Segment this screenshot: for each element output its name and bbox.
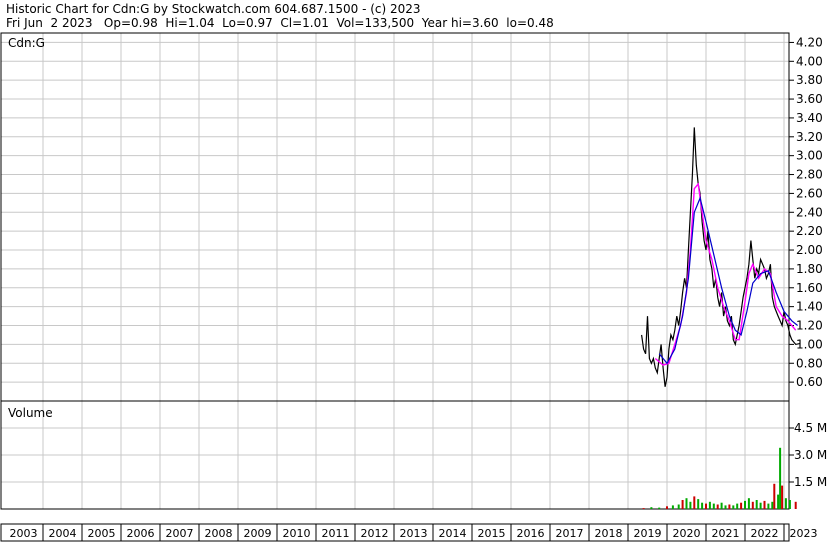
- price-tick-label: 1.80: [796, 262, 823, 276]
- price-tick-label: 3.20: [796, 130, 823, 144]
- volume-bar: [744, 500, 746, 509]
- volume-bar: [708, 501, 711, 509]
- x-tick-label: 2008: [205, 527, 233, 540]
- price-panel-title: Cdn:G: [8, 36, 45, 50]
- x-tick-label: 2018: [595, 527, 623, 540]
- volume-bar: [777, 494, 780, 509]
- volume-bar: [763, 500, 766, 509]
- price-tick-label: 2.40: [796, 205, 823, 219]
- price-panel-frame: [0, 32, 790, 402]
- volume-bar: [689, 501, 692, 509]
- volume-bar: [759, 502, 762, 509]
- x-tick-label: 2021: [712, 527, 740, 540]
- x-tick-label: 2012: [361, 527, 389, 540]
- volume-bar: [771, 501, 774, 509]
- volume-bar: [650, 507, 653, 509]
- volume-bar: [666, 506, 668, 509]
- moving-average-long-line: [658, 196, 798, 365]
- x-tick-label: 2006: [127, 527, 155, 540]
- x-tick-label: 2014: [439, 527, 467, 540]
- x-tick-label: 2007: [166, 527, 194, 540]
- volume-bar: [747, 498, 750, 509]
- x-tick-label: 2013: [400, 527, 428, 540]
- volume-bar: [728, 504, 731, 509]
- price-tick-label: 4.20: [796, 35, 823, 49]
- volume-bar: [784, 498, 787, 509]
- price-tick-label: 3.80: [796, 73, 823, 87]
- x-tick-label: 2020: [673, 527, 701, 540]
- volume-bar: [712, 503, 715, 509]
- x-tick-label: 2011: [322, 527, 350, 540]
- volume-bar: [732, 505, 735, 509]
- volume-bar: [693, 496, 696, 509]
- stock-chart: Cdn:G Volume 4.20 4.00 3.80 3.60 3.40 3.20 3.0…: [0, 32, 827, 542]
- price-line: [641, 127, 801, 387]
- x-axis-frame: [0, 523, 790, 542]
- volume-bar: [685, 498, 688, 509]
- volume-bar: [681, 500, 684, 509]
- volume-bar: [658, 507, 661, 509]
- price-tick-label: 3.60: [796, 92, 823, 106]
- price-tick-label: 2.20: [796, 224, 823, 238]
- x-tick-label: 2005: [88, 527, 116, 540]
- price-tick-label: 0.80: [796, 356, 823, 370]
- x-tick-label: 2004: [49, 527, 77, 540]
- volume-bar: [751, 501, 754, 509]
- x-tick-label: 2017: [556, 527, 584, 540]
- moving-average-short-line: [654, 182, 797, 366]
- price-tick-label: 3.00: [796, 149, 823, 163]
- volume-bar: [781, 485, 784, 509]
- x-tick-label: 2015: [478, 527, 506, 540]
- price-tick-label: 1.00: [796, 337, 823, 351]
- volume-bar: [755, 500, 758, 509]
- volume-bar: [677, 504, 680, 509]
- x-tick-label: 2023: [790, 527, 818, 540]
- volume-bar: [697, 499, 700, 509]
- price-tick-label: 0.60: [796, 375, 823, 389]
- volume-tick-label: 4.5 M: [794, 421, 827, 435]
- volume-bar: [794, 501, 797, 509]
- volume-bar: [701, 502, 704, 509]
- price-tick-label: 3.40: [796, 111, 823, 125]
- volume-bar: [773, 483, 776, 509]
- volume-tick-label: 1.5 M: [794, 475, 827, 489]
- price-tick-label: 2.80: [796, 168, 823, 182]
- volume-bar: [736, 503, 739, 509]
- volume-bar: [767, 503, 770, 509]
- volume-bar: [720, 502, 723, 509]
- x-tick-label: 2003: [10, 527, 38, 540]
- volume-bar: [779, 447, 782, 509]
- volume-bar: [671, 505, 674, 509]
- volume-bar: [642, 508, 645, 509]
- volume-tick-label: 3.0 M: [794, 448, 827, 462]
- price-tick-label: 1.20: [796, 319, 823, 333]
- volume-gridlines: [1, 401, 789, 509]
- price-gridlines: [1, 33, 789, 401]
- x-tick-label: 2016: [517, 527, 545, 540]
- x-tick-label: 2019: [634, 527, 662, 540]
- volume-bar: [788, 500, 791, 509]
- price-tick-label: 4.00: [796, 54, 823, 68]
- x-tick-label: 2009: [244, 527, 272, 540]
- price-tick-label: 1.60: [796, 281, 823, 295]
- volume-bar: [716, 504, 719, 509]
- x-tick-label: 2010: [283, 527, 311, 540]
- volume-panel-title: Volume: [8, 406, 53, 420]
- price-tick-label: 1.40: [796, 300, 823, 314]
- volume-bar: [724, 505, 727, 509]
- volume-bar: [705, 503, 707, 509]
- volume-bar: [740, 502, 743, 509]
- price-tick-label: 2.00: [796, 243, 823, 257]
- x-tick-label: 2022: [751, 527, 779, 540]
- price-tick-label: 2.60: [796, 186, 823, 200]
